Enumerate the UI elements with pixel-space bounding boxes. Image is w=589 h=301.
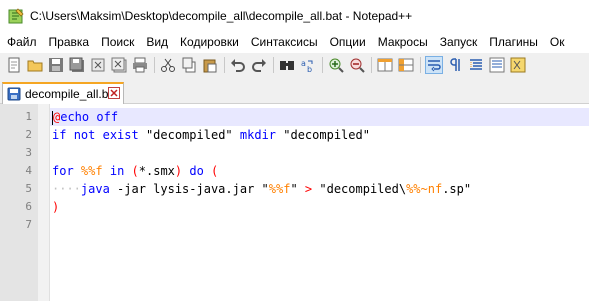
sync-vertical-icon[interactable] (377, 57, 393, 73)
code-token: ) (52, 200, 60, 214)
code-token: mkdir (239, 128, 277, 142)
word-wrap-icon[interactable] (425, 56, 443, 74)
line-number: 6 (25, 200, 32, 213)
code-token: .sp" (442, 182, 472, 196)
code-line[interactable] (50, 216, 589, 234)
code-token: %%~nf (406, 182, 443, 196)
code-token: %%f (80, 164, 103, 178)
title-bar: C:\Users\Maksim\Desktop\decompile_all\de… (0, 0, 589, 31)
toolbar: ab (0, 53, 589, 77)
line-number: 7 (25, 218, 32, 231)
sync-horizontal-icon[interactable] (398, 57, 414, 73)
code-token: ( (131, 164, 139, 178)
code-token: java (80, 182, 110, 196)
copy-icon[interactable] (181, 57, 197, 73)
toolbar-separator (224, 57, 225, 73)
line-number: 2 (25, 128, 32, 141)
undo-icon[interactable] (230, 57, 246, 73)
menu-item-6[interactable]: Опции (324, 35, 372, 49)
toolbar-separator (371, 57, 372, 73)
new-file-icon[interactable] (6, 57, 22, 73)
menu-item-0[interactable]: Файл (0, 35, 43, 49)
code-line[interactable] (50, 144, 589, 162)
menu-bar: Файл Правка Поиск Вид Кодировки Синтаксисы Опц… (0, 31, 589, 53)
menu-item-1[interactable]: Правка (43, 35, 96, 49)
editor-area[interactable]: 1234567 @echo off if not exist "decompile… (0, 104, 589, 301)
tab-label: decompile_all.bat (25, 87, 119, 101)
replace-icon[interactable]: ab (300, 57, 316, 73)
close-all-icon[interactable] (111, 57, 127, 73)
menu-item-9[interactable]: Плагины (483, 35, 544, 49)
zoom-out-icon[interactable] (349, 57, 365, 73)
toolbar-separator (154, 57, 155, 73)
notepadpp-app-icon (8, 7, 24, 23)
menu-item-3[interactable]: Вид (140, 35, 174, 49)
code-token: not (73, 128, 96, 142)
code-line[interactable]: @echo off (50, 108, 589, 126)
tab-decompile-all-bat[interactable]: decompile_all.bat (2, 82, 124, 104)
toolbar-separator (420, 57, 421, 73)
code-token: *.smx (138, 164, 175, 178)
svg-text:b: b (307, 65, 312, 73)
redo-icon[interactable] (251, 57, 267, 73)
code-token: "decompiled" (138, 128, 240, 142)
tab-bar: decompile_all.bat (0, 77, 589, 104)
line-number: 4 (25, 164, 32, 177)
code-token: if (52, 128, 67, 142)
fold-margin[interactable] (38, 104, 50, 301)
code-line[interactable]: ····java -jar lysis-java.jar "%%f" > "de… (50, 180, 589, 198)
code-line[interactable]: if not exist "decompiled" mkdir "decompi… (50, 126, 589, 144)
code-token: "decompiled\ (312, 182, 407, 196)
code-token: exist (102, 128, 139, 142)
code-line[interactable]: ) (50, 198, 589, 216)
code-token: in (109, 164, 125, 178)
line-number-gutter: 1 2 3 4 5 6 7 (0, 104, 38, 301)
menu-item-8[interactable]: Запуск (434, 35, 484, 49)
line-number: 5 (25, 182, 32, 195)
toolbar-separator (273, 57, 274, 73)
menu-item-7[interactable]: Макросы (372, 35, 434, 49)
menu-item-10[interactable]: Ок (544, 35, 571, 49)
code-token: -jar lysis-java.jar " (109, 182, 269, 196)
code-token: do (189, 164, 204, 178)
code-token: %%f (268, 182, 291, 196)
file-save-state-icon (7, 87, 21, 101)
cut-icon[interactable] (160, 57, 176, 73)
function-list-icon[interactable] (510, 57, 526, 73)
line-number: 1 (25, 110, 32, 123)
doc-map-icon[interactable] (489, 57, 505, 73)
code-token: echo (60, 110, 90, 124)
menu-item-4[interactable]: Кодировки (174, 35, 245, 49)
paste-icon[interactable] (202, 57, 218, 73)
code-token: off (89, 110, 119, 124)
indent-guide-icon[interactable] (468, 57, 484, 73)
window-title: C:\Users\Maksim\Desktop\decompile_all\de… (30, 8, 413, 23)
svg-text:a: a (301, 59, 306, 68)
show-all-chars-icon[interactable] (447, 57, 463, 73)
code-token: "decompiled" (276, 128, 370, 142)
close-icon[interactable] (90, 57, 106, 73)
toolbar-separator (322, 57, 323, 73)
menu-item-2[interactable]: Поиск (95, 35, 140, 49)
tab-close-icon[interactable] (108, 87, 120, 99)
print-icon[interactable] (132, 57, 148, 73)
menu-item-5[interactable]: Синтаксисы (245, 35, 324, 49)
line-number: 3 (25, 146, 32, 159)
find-icon[interactable] (279, 57, 295, 73)
code-token: for (52, 164, 74, 178)
code-line[interactable]: for %%f in (*.smx) do ( (50, 162, 589, 180)
open-file-icon[interactable] (27, 57, 43, 73)
code-token: ···· (52, 182, 81, 196)
save-icon[interactable] (48, 57, 64, 73)
code-token: " (290, 182, 305, 196)
zoom-in-icon[interactable] (328, 57, 344, 73)
save-all-icon[interactable] (69, 57, 85, 73)
code-token: ( (211, 164, 219, 178)
